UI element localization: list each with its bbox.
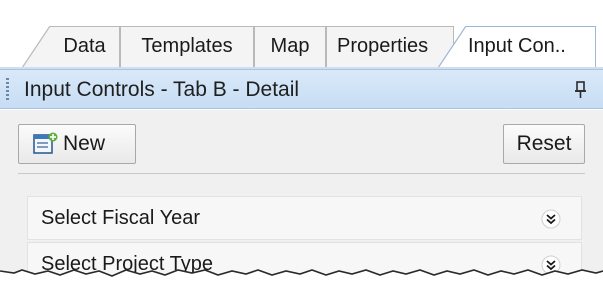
pin-icon[interactable]: [573, 80, 589, 100]
tab-data[interactable]: Data: [50, 26, 120, 68]
input-controls-panel: Data Templates Map Propertie­­s Input Co…: [0, 0, 603, 289]
panel-title: Input Controls - Tab B - Detail: [24, 78, 300, 101]
toolbar-divider: [18, 173, 585, 174]
tab-input-controls[interactable]: Input Con..: [466, 26, 596, 68]
tab-edge-decoration: [438, 26, 468, 68]
torn-edge-decoration: [0, 269, 603, 289]
new-document-icon: [33, 132, 58, 154]
input-control-label: Select Fiscal Year: [41, 207, 200, 229]
panel-header: Input Controls - Tab B - Detail: [0, 69, 603, 109]
tab-edge-decoration: [22, 26, 52, 68]
toolbar: New Reset: [0, 110, 603, 180]
new-button-label: New: [63, 132, 106, 155]
tab-properties[interactable]: Propertie­­s: [326, 26, 454, 68]
drag-grip-icon[interactable]: [6, 78, 9, 102]
tab-templates[interactable]: Templates: [120, 26, 254, 68]
tab-properties-label: Propertie­­s: [337, 35, 429, 57]
new-button[interactable]: New: [18, 124, 136, 164]
reset-button[interactable]: Reset: [503, 124, 585, 164]
tab-map[interactable]: Map: [254, 26, 326, 68]
input-control-fiscal-year[interactable]: Select Fiscal Year: [27, 196, 582, 240]
tab-strip: Data Templates Map Propertie­­s Input Co…: [0, 0, 603, 69]
double-chevron-down-icon[interactable]: [541, 209, 561, 229]
